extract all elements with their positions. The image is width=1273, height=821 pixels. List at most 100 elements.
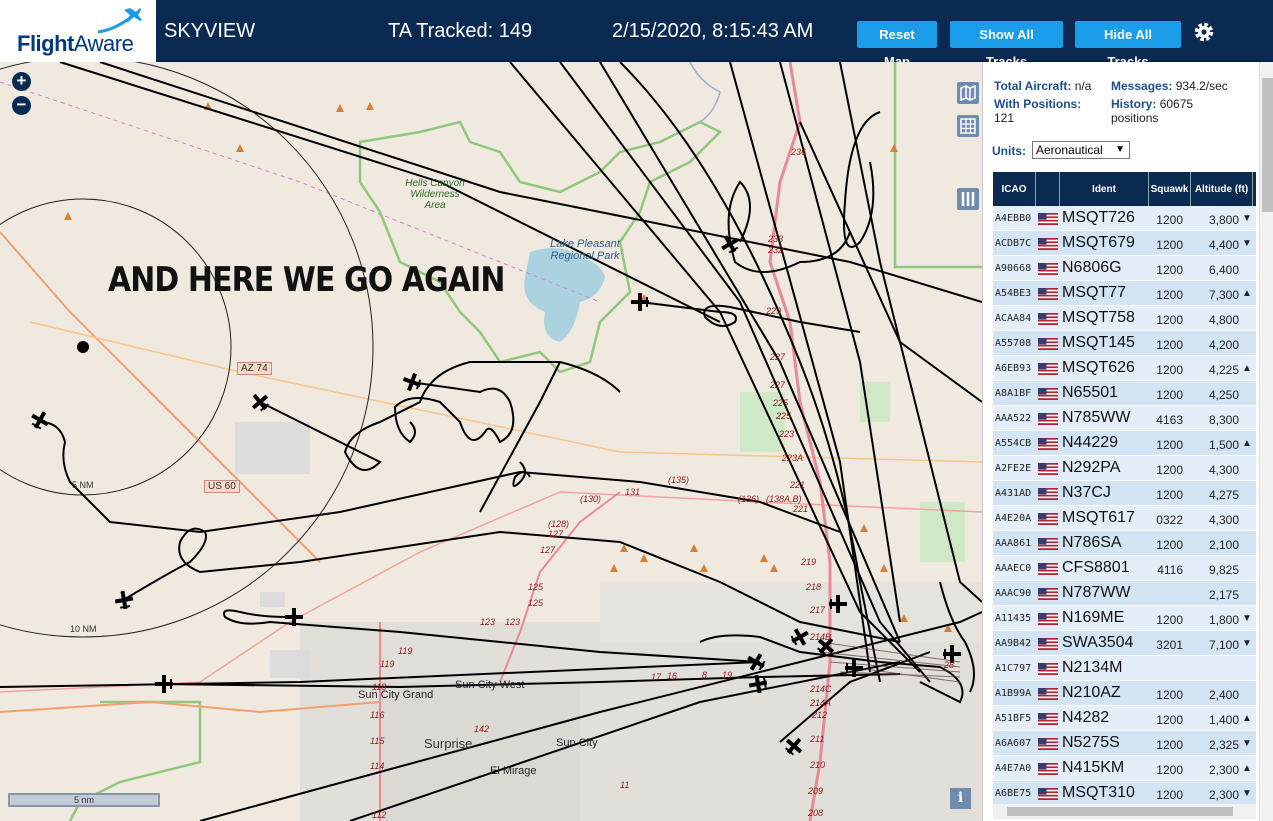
cell-altitude: 2,300 — [1208, 763, 1239, 777]
table-row[interactable]: ACDB7C MSQT679 1200 4,400 ▼ — [993, 231, 1256, 256]
info-icon[interactable]: i — [950, 788, 971, 809]
us-flag-icon — [1038, 288, 1058, 300]
table-row[interactable]: AA9B42 SWA3504 3201 7,100 ▼ — [993, 631, 1256, 656]
map-view[interactable]: + − Hells Canyon Wilderness Area Lake Pl… — [0, 62, 982, 821]
map-layers-button[interactable] — [957, 82, 979, 104]
cell-altitude: 2,400 — [1208, 688, 1239, 702]
table-row[interactable]: A11435 N169ME 1200 1,800 ▼ — [993, 606, 1256, 631]
columns-toggle-button[interactable] — [957, 188, 979, 210]
vertical-scrollbar[interactable] — [1259, 62, 1273, 821]
cell-altitude: 7,100 — [1208, 638, 1239, 652]
table-row[interactable]: ACAA84 MSQT758 1200 4,800 — [993, 306, 1256, 331]
cell-ident: N2134M — [1062, 659, 1123, 676]
cell-icao: A1C797 — [995, 663, 1032, 674]
table-row[interactable]: A51BF5 N4282 1200 1,400 ▲ — [993, 706, 1256, 731]
table-row[interactable]: A54BE3 MSQT77 1200 7,300 ▲ — [993, 281, 1256, 306]
table-row[interactable]: AAAC90 N787WW 2,175 — [993, 581, 1256, 606]
road-number: 142 — [474, 724, 490, 734]
cell-icao: A2FE2E — [995, 463, 1032, 474]
cell-ident: MSQT145 — [1062, 334, 1135, 351]
column-header-altitude[interactable]: Altitude (ft) — [1191, 172, 1253, 206]
road-number: 123 — [505, 617, 521, 627]
cell-ident: N65501 — [1062, 384, 1119, 401]
table-row[interactable]: A1B99A N210AZ 1200 2,400 — [993, 681, 1256, 706]
cell-ident: N210AZ — [1062, 684, 1121, 701]
cell-ident: N415KM — [1062, 759, 1125, 776]
us-flag-icon — [1038, 438, 1058, 450]
grid-toggle-button[interactable] — [957, 115, 979, 137]
cell-icao: AAAC90 — [995, 588, 1032, 599]
cell-icao: AAAEC0 — [995, 563, 1032, 574]
table-row[interactable]: A90668 N6806G 1200 6,400 — [993, 256, 1256, 281]
cell-ident: N786SA — [1062, 534, 1122, 551]
vertical-scroll-thumb[interactable] — [1262, 78, 1273, 212]
table-row[interactable]: AAA861 N786SA 1200 2,100 — [993, 531, 1256, 556]
cell-ident: N6806G — [1062, 259, 1122, 276]
road-number: 212 — [812, 710, 828, 720]
cell-ident: N5275S — [1062, 734, 1120, 751]
table-row[interactable]: A554CB N44229 1200 1,500 ▲ — [993, 431, 1256, 456]
cell-icao: A11435 — [995, 613, 1032, 624]
table-row[interactable]: A6A607 N5275S 1200 2,325 ▼ — [993, 731, 1256, 756]
cell-squawk: 3201 — [1156, 638, 1183, 652]
altitude-trend-icon: ▼ — [1242, 613, 1252, 624]
table-row[interactable]: A431AD N37CJ 1200 4,275 — [993, 481, 1256, 506]
road-number: 8 — [702, 670, 708, 680]
cell-squawk: 1200 — [1156, 288, 1183, 302]
gear-icon[interactable] — [1192, 20, 1216, 44]
hide-all-tracks-button[interactable]: Hide All Tracks — [1075, 21, 1181, 69]
zoom-out-button[interactable]: − — [12, 96, 31, 115]
altitude-trend-icon: ▲ — [1242, 363, 1252, 374]
road-number: 19 — [722, 670, 733, 680]
us-flag-icon — [1038, 788, 1058, 800]
cell-ident: N787WW — [1062, 584, 1131, 601]
cell-icao: A54BE3 — [995, 288, 1032, 299]
cell-ident: N44229 — [1062, 434, 1119, 451]
road-number: (135) — [668, 475, 690, 485]
road-number: 214C — [810, 684, 832, 694]
road-number: 214B — [810, 632, 832, 642]
table-row[interactable]: A1C797 N2134M — [993, 656, 1256, 681]
column-header-icao[interactable]: ICAO — [993, 172, 1036, 206]
table-row[interactable]: A4E7A0 N415KM 1200 2,300 ▲ — [993, 756, 1256, 781]
road-number: 116 — [370, 710, 385, 720]
reset-map-button[interactable]: Reset Map — [857, 21, 937, 69]
cell-ident: N4282 — [1062, 709, 1110, 726]
us-flag-icon — [1038, 388, 1058, 400]
table-row[interactable]: A6EB93 MSQT626 1200 4,225 ▲ — [993, 356, 1256, 381]
road-number: 28 — [944, 660, 955, 670]
road-number: (128) — [548, 519, 570, 529]
show-all-tracks-button[interactable]: Show All Tracks — [950, 21, 1063, 69]
cell-altitude: 4,400 — [1208, 238, 1239, 252]
table-row[interactable]: A4E20A MSQT617 0322 4,300 — [993, 506, 1256, 531]
zoom-in-button[interactable]: + — [12, 72, 31, 91]
units-select[interactable]: Aeronautical ▼ — [1032, 141, 1130, 159]
road-number: 210 — [810, 760, 826, 770]
table-row[interactable]: A55708 MSQT145 1200 4,200 — [993, 331, 1256, 356]
road-number: 127 — [548, 529, 564, 539]
us-flag-icon — [1038, 463, 1058, 475]
aircraft-table-body: A4EBB0 MSQT726 1200 3,800 ▼ ACDB7C MSQT679 1200… — [993, 206, 1256, 806]
table-row[interactable]: AAA522 N785WW 4163 8,300 — [993, 406, 1256, 431]
table-row[interactable]: A2FE2E N292PA 1200 4,300 — [993, 456, 1256, 481]
us-flag-icon — [1038, 238, 1058, 250]
column-header-squawk[interactable]: Squawk — [1149, 172, 1191, 206]
flightaware-logo[interactable]: FlightAware — [0, 0, 156, 62]
cell-squawk: 0322 — [1156, 513, 1183, 527]
table-row[interactable]: A8A1BF N65501 1200 4,250 — [993, 381, 1256, 406]
map-canvas[interactable] — [0, 62, 982, 821]
table-row[interactable]: A6BE75 MSQT310 1200 2,300 ▼ — [993, 781, 1256, 806]
us-flag-icon — [1038, 588, 1058, 600]
us-flag-icon — [1038, 263, 1058, 275]
column-header-ident[interactable]: Ident — [1060, 172, 1149, 206]
table-row[interactable]: AAAEC0 CFS8801 4116 9,825 — [993, 556, 1256, 581]
skyview-app: FlightAware SKYVIEW TA Tracked: 149 2/15… — [0, 0, 1273, 821]
cell-squawk: 1200 — [1156, 788, 1183, 802]
us-flag-icon — [1038, 688, 1058, 700]
horizontal-scrollbar[interactable] — [993, 804, 1256, 819]
column-header-flag[interactable] — [1036, 172, 1060, 206]
horizontal-scroll-thumb[interactable] — [1007, 807, 1233, 816]
cell-squawk: 1200 — [1156, 313, 1183, 327]
table-row[interactable]: A4EBB0 MSQT726 1200 3,800 ▼ — [993, 206, 1256, 231]
cell-ident: N292PA — [1062, 459, 1121, 476]
